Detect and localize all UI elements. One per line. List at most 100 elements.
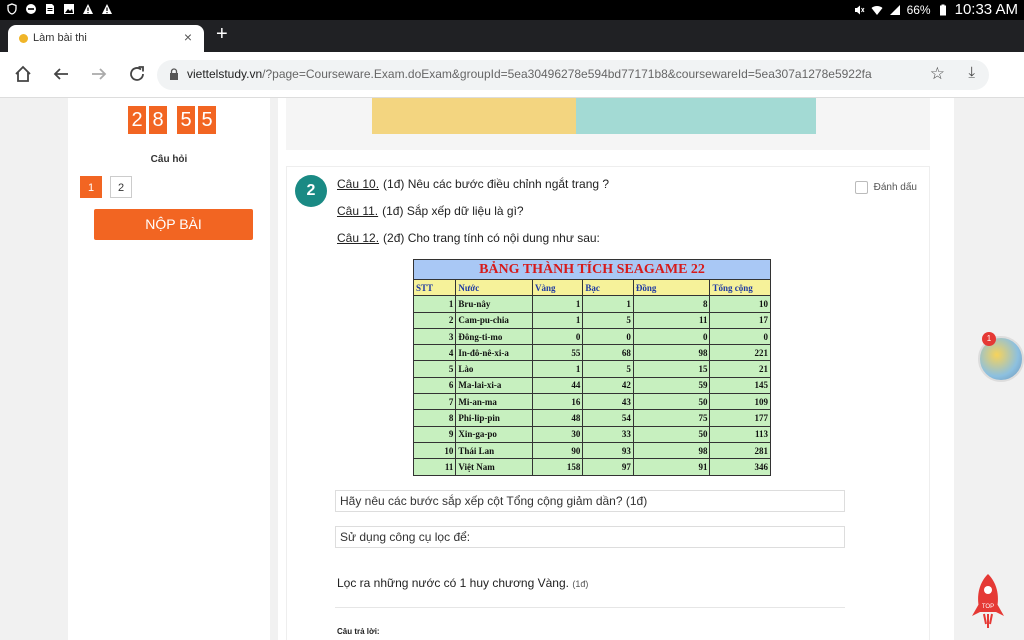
url-path: /?page=Courseware.Exam.doExam&groupId=5e… <box>262 67 872 81</box>
clock: 10:33 AM <box>954 1 1018 18</box>
timer-digit: 5 <box>198 106 216 134</box>
table-cell: Việt Nam <box>455 458 533 476</box>
table-cell: 113 <box>709 425 771 443</box>
header-cell: Nước <box>455 278 533 297</box>
header-cell: Tổng cộng <box>709 278 771 297</box>
spreadsheet-image: BẢNG THÀNH TÍCH SEAGAME 22 STT Nước Vàng… <box>412 259 771 476</box>
table-row: 1 Bru-nây 1 1 8 10 <box>412 295 771 313</box>
table-cell: 11 <box>632 311 711 329</box>
table-cell: 98 <box>632 344 711 362</box>
close-tab-icon[interactable]: × <box>184 29 192 45</box>
image-strip-teal <box>576 98 816 134</box>
back-icon[interactable] <box>50 63 72 85</box>
image-strip-yellow <box>372 98 576 134</box>
new-tab-icon[interactable]: + <box>216 23 228 46</box>
table-cell: 43 <box>582 393 634 411</box>
minus-circle-icon <box>26 4 36 14</box>
url-text[interactable]: viettelstudy.vn/?page=Courseware.Exam.do… <box>187 67 923 81</box>
browser-toolbar: viettelstudy.vn/?page=Courseware.Exam.do… <box>0 52 1024 134</box>
timer-separator <box>170 106 174 134</box>
question-text: (1đ) Nêu các bước điều chỉnh ngắt trang … <box>383 177 610 191</box>
battery-icon <box>939 4 946 15</box>
reload-icon[interactable] <box>126 63 148 85</box>
battery-percent: 66% <box>906 2 931 17</box>
table-cell: Cam-pu-chia <box>455 311 533 329</box>
table-cell: 42 <box>582 376 634 395</box>
table-cell: 6 <box>412 376 457 395</box>
table-cell: 145 <box>709 376 771 395</box>
table-cell: 10 <box>412 441 457 460</box>
file-icon <box>46 4 54 14</box>
table-cell: 50 <box>632 425 711 443</box>
table-cell: Xin-ga-po <box>455 425 533 443</box>
table-body: 1 Bru-nây 1 1 8 10 2 Cam-pu-chia 1 5 11 17 3 Đông-t… <box>412 295 771 476</box>
submit-button[interactable]: NỘP BÀI <box>94 209 253 240</box>
table-cell: 1 <box>582 295 634 313</box>
table-cell: 1 <box>531 311 584 329</box>
table-cell: 8 <box>412 409 457 427</box>
mark-label: Đánh dấu <box>873 182 917 193</box>
status-right: 66% 10:33 AM <box>853 1 1018 18</box>
table-cell: 10 <box>709 295 771 313</box>
tab-active[interactable]: Làm bài thi × <box>8 25 204 52</box>
countdown-timer: 2 8 5 5 <box>128 106 216 134</box>
table-cell: 5 <box>582 360 634 378</box>
table-cell: 2 <box>412 311 457 329</box>
table-cell: Mi-an-ma <box>455 393 533 411</box>
table-cell: 98 <box>632 441 711 460</box>
header-cell: Bạc <box>582 278 634 297</box>
question-text: (1đ) Sắp xếp dữ liệu là gì? <box>382 204 524 218</box>
signal-icon <box>889 4 900 15</box>
download-icon[interactable]: ⤓ <box>968 64 975 81</box>
table-row: 11 Việt Nam 158 97 91 346 <box>412 458 771 476</box>
table-cell: 54 <box>582 409 634 427</box>
table-cell: 3 <box>412 327 457 346</box>
table-cell: 221 <box>709 344 771 362</box>
table-row: 10 Thái Lan 90 93 98 281 <box>412 441 771 460</box>
table-cell: 90 <box>531 441 584 460</box>
subquestion-filter-gold: Lọc ra những nước có 1 huy chương Vàng. … <box>337 576 588 590</box>
mute-icon <box>854 5 865 14</box>
table-cell: 97 <box>582 458 634 476</box>
table-cell: 50 <box>632 393 711 411</box>
header-cell: STT <box>412 278 457 297</box>
table-cell: 21 <box>709 360 771 378</box>
home-icon[interactable] <box>12 63 34 85</box>
table-cell: Bru-nây <box>455 295 533 313</box>
table-cell: 5 <box>412 360 457 378</box>
table-cell: Lào <box>455 360 533 378</box>
table-cell: 55 <box>531 344 584 362</box>
question-nav-2[interactable]: 2 <box>110 176 132 198</box>
address-bar[interactable]: viettelstudy.vn/?page=Courseware.Exam.do… <box>157 60 989 90</box>
question-line-11: Câu 11. (1đ) Sắp xếp dữ liệu là gì? <box>337 204 524 218</box>
question-line-12: Câu 12. (2đ) Cho trang tính có nội dung n… <box>337 231 600 245</box>
table-cell: Ma-lai-xi-a <box>455 376 533 395</box>
table-title: BẢNG THÀNH TÍCH SEAGAME 22 <box>413 259 771 280</box>
table-cell: 11 <box>412 458 457 476</box>
checkbox[interactable] <box>854 181 868 194</box>
timer-digit: 2 <box>128 106 146 134</box>
table-cell: 48 <box>531 409 584 427</box>
table-cell: 7 <box>412 393 457 411</box>
table-cell: 1 <box>531 295 584 313</box>
mark-checkbox[interactable]: Đánh dấu <box>854 181 917 194</box>
table-cell: 281 <box>709 441 771 460</box>
table-cell: Phi-lip-pin <box>455 409 533 427</box>
table-cell: 75 <box>632 409 711 427</box>
question-text: (2đ) Cho trang tính có nội dung như sau: <box>383 231 600 245</box>
tab-strip: Làm bài thi × + <box>0 20 1024 52</box>
subquestion-text: Lọc ra những nước có 1 huy chương Vàng. <box>337 576 569 590</box>
table-cell: 4 <box>412 344 457 362</box>
forward-icon[interactable] <box>88 63 110 85</box>
scroll-top-rocket-icon[interactable]: TOP <box>966 572 1010 632</box>
table-cell: 346 <box>709 458 771 476</box>
question-nav-1[interactable]: 1 <box>80 176 102 198</box>
table-row: 2 Cam-pu-chia 1 5 11 17 <box>412 311 771 329</box>
answer-label: Câu trả lời: <box>337 627 380 636</box>
table-cell: 16 <box>531 393 584 411</box>
wifi-icon <box>871 5 883 15</box>
page-content: 2 8 5 5 Câu hỏi 1 2 NỘP BÀI 2 Đánh dấu C… <box>0 98 1024 640</box>
question-prefix: Câu 12. <box>337 231 380 245</box>
question-prefix: Câu 11. <box>337 204 379 218</box>
bookmark-star-icon[interactable]: ☆ <box>930 64 945 84</box>
